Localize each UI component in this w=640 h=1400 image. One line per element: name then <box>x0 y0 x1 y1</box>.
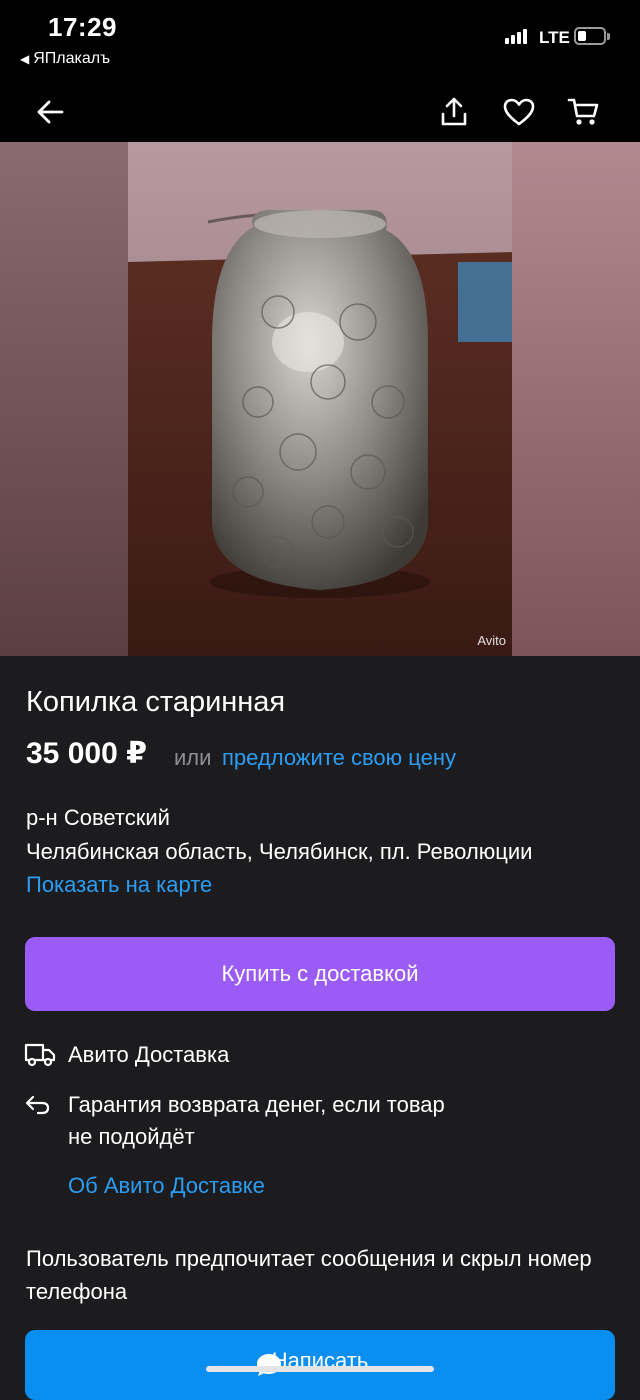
back-arrow-icon[interactable] <box>30 92 70 132</box>
contact-preference-text: Пользователь предпочитает сообщения и ск… <box>26 1246 592 1304</box>
photo-blur-left <box>0 142 128 656</box>
network-type: LTE <box>539 28 570 47</box>
price-or-text: или <box>174 745 212 770</box>
signal-icon <box>505 28 527 44</box>
jar-of-coins-image <box>128 142 512 656</box>
listing-photo[interactable]: Avito <box>0 142 640 656</box>
avito-delivery-title: Авито Доставка <box>68 1042 230 1067</box>
share-icon[interactable] <box>434 92 474 132</box>
show-on-map-link[interactable]: Показать на карте <box>26 872 212 898</box>
money-back-guarantee: Гарантия возврата денег, если товар не п… <box>68 1089 445 1153</box>
back-to-app-link[interactable]: ◀ ЯПлакалъ <box>20 50 110 68</box>
cart-icon[interactable] <box>564 92 604 132</box>
status-bar: 17:29 ◀ ЯПлакалъ LTE <box>0 0 640 80</box>
offer-price-link[interactable]: предложите свою цену <box>222 745 456 771</box>
buy-with-delivery-button[interactable]: Купить с доставкой <box>25 937 615 1011</box>
avito-watermark: Avito <box>477 633 506 648</box>
status-time: 17:29 <box>48 12 117 42</box>
guarantee-line-2: не подойдёт <box>68 1124 195 1149</box>
listing-price: 35 000 ₽ <box>26 737 147 770</box>
truck-icon <box>24 1041 56 1072</box>
write-message-button[interactable]: Написать <box>25 1330 615 1400</box>
battery-icon <box>574 27 610 45</box>
listing-district: р-н Советский <box>26 805 170 830</box>
return-arrow-icon <box>24 1094 52 1121</box>
guarantee-line-1: Гарантия возврата денег, если товар <box>68 1092 445 1117</box>
home-indicator <box>206 1366 434 1372</box>
top-nav-bar <box>0 80 640 142</box>
heart-icon[interactable] <box>499 92 539 132</box>
about-avito-delivery-link[interactable]: Об Авито Доставке <box>68 1173 265 1199</box>
listing-address: Челябинская область, Челябинск, пл. Рево… <box>26 839 533 864</box>
photo-blur-right <box>512 142 640 656</box>
listing-title: Копилка старинная <box>26 686 286 718</box>
back-triangle-icon: ◀ <box>20 52 30 66</box>
back-app-label: ЯПлакалъ <box>33 50 111 67</box>
